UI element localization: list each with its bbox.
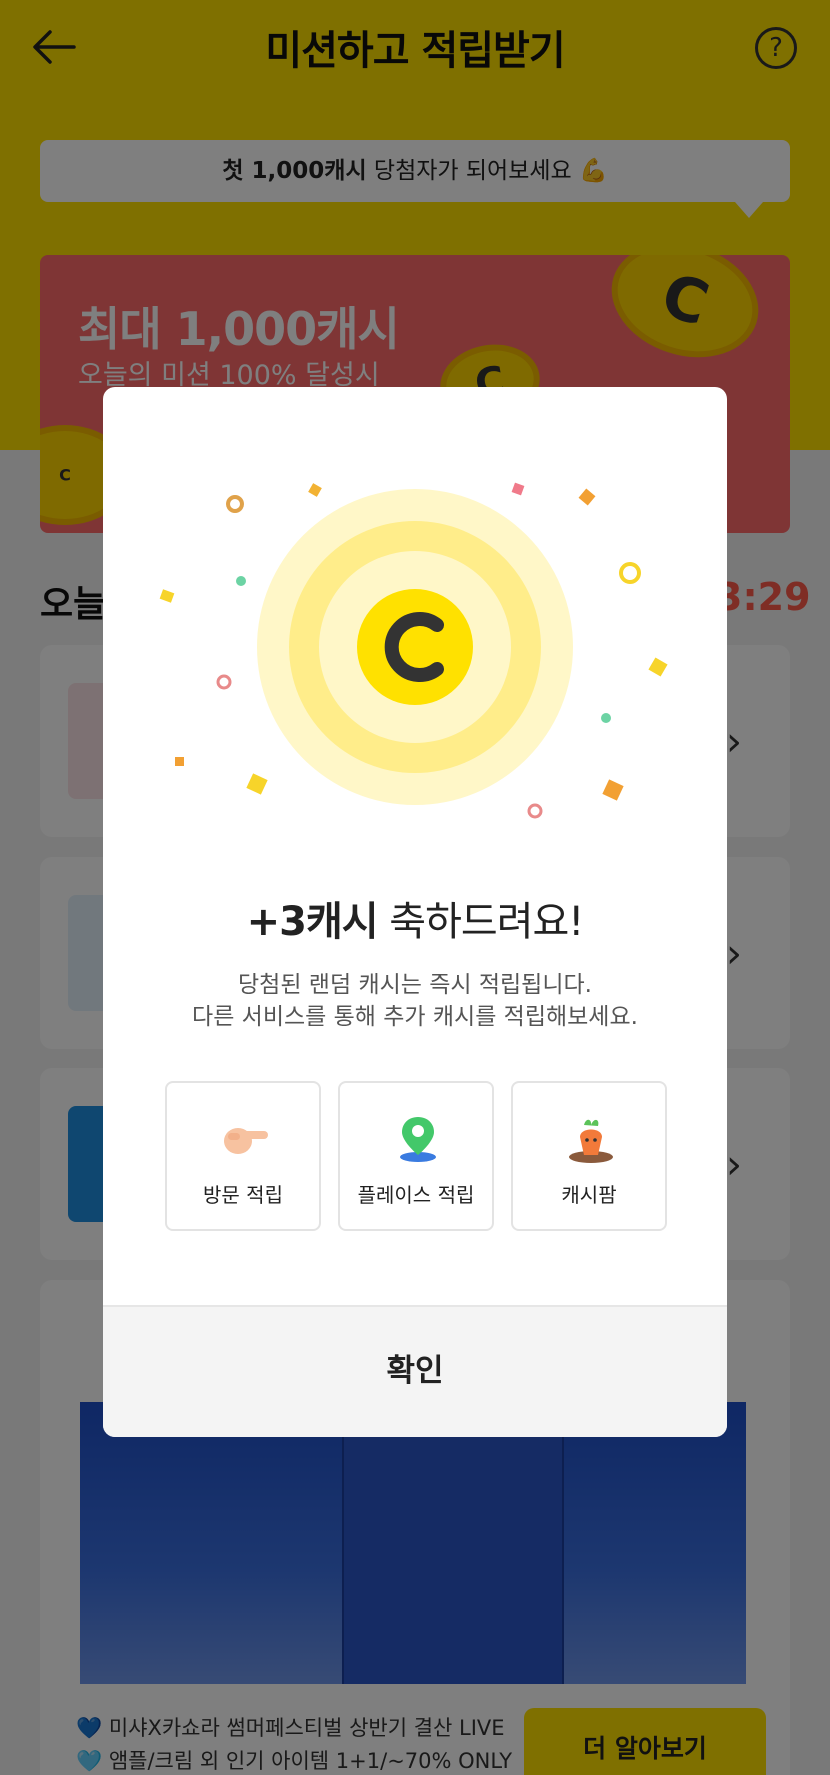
- reward-congrats: 축하드려요!: [377, 899, 584, 945]
- map-pin-icon: [400, 1117, 436, 1162]
- carrot-icon: [569, 1119, 613, 1163]
- place-earn-label: 플레이스 적립: [357, 1183, 475, 1207]
- reward-modal: +3캐시 축하드려요! 당첨된 랜덤 캐시는 즉시 적립됩니다. 다른 서비스를…: [103, 387, 727, 1437]
- reward-description-line2: 다른 서비스를 통해 추가 캐시를 적립해보세요.: [192, 1004, 638, 1030]
- visit-earn-button[interactable]: 방문 적립: [165, 1081, 321, 1231]
- celebration-illustration: [159, 482, 668, 819]
- cash-farm-button[interactable]: 캐시팜: [511, 1081, 667, 1231]
- place-earn-button[interactable]: 플레이스 적립: [338, 1081, 494, 1231]
- cash-farm-label: 캐시팜: [561, 1183, 617, 1207]
- reward-description-line1: 당첨된 랜덤 캐시는 즉시 적립됩니다.: [238, 972, 592, 998]
- reward-amount: +3캐시: [246, 899, 379, 945]
- pointing-hand-icon: [224, 1128, 268, 1154]
- confirm-button[interactable]: 확인: [103, 1305, 727, 1437]
- reward-headline: +3캐시 축하드려요!: [103, 889, 727, 947]
- visit-earn-label: 방문 적립: [203, 1183, 283, 1207]
